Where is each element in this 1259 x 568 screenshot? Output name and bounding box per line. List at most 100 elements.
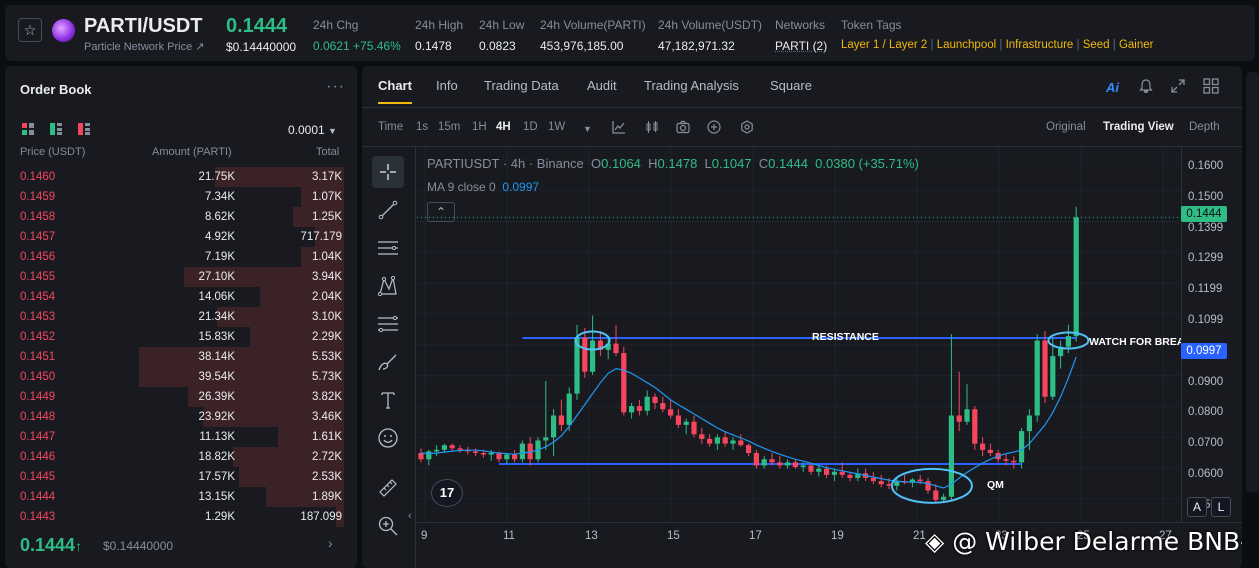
ask-row[interactable]: 0.1450 39.54K 5.73K [18, 367, 344, 387]
ask-row[interactable]: 0.1458 8.62K 1.25K [18, 207, 344, 227]
candle-body [870, 478, 876, 482]
candle-body [699, 434, 705, 439]
favorite-star-icon[interactable]: ☆ [18, 18, 42, 42]
candle-body [1065, 336, 1071, 347]
ask-amount: 7.34K [204, 191, 235, 203]
stat-label-24h-high: 24h High [415, 18, 464, 32]
layout-grid-icon[interactable] [1203, 78, 1219, 94]
fullscreen-icon[interactable] [1171, 79, 1185, 93]
ask-row[interactable]: 0.1453 21.34K 3.10K [18, 307, 344, 327]
add-indicator-icon[interactable] [707, 120, 721, 134]
ask-row[interactable]: 0.1445 17.57K 2.53K [18, 467, 344, 487]
ask-row[interactable]: 0.1447 11.13K 1.61K [18, 427, 344, 447]
book-bids-only-icon[interactable] [50, 123, 62, 135]
book-both-sides-icon[interactable] [22, 123, 34, 135]
date-tick-label: 9 [421, 530, 428, 542]
ask-row[interactable]: 0.1460 21.75K 3.17K [18, 167, 344, 187]
ai-icon[interactable]: Ai [1106, 80, 1119, 95]
ask-row[interactable]: 0.1451 38.14K 5.53K [18, 347, 344, 367]
networks-value[interactable]: PARTI (2) [775, 39, 827, 53]
candle-body [613, 343, 619, 353]
last-price-usd: $0.14440000 [226, 40, 297, 54]
tab-square[interactable]: Square [770, 78, 812, 93]
trend-line-tool-icon[interactable] [372, 194, 404, 226]
ask-row[interactable]: 0.1456 7.19K 1.04K [18, 247, 344, 267]
interval-1w[interactable]: 1W [548, 121, 565, 133]
ask-amount: 4.92K [204, 231, 235, 243]
view-original[interactable]: Original [1046, 121, 1086, 133]
candle-body [668, 409, 674, 416]
candle-body [512, 454, 518, 460]
tradingview-logo-icon[interactable]: 17 [431, 479, 463, 507]
indicator-line-icon[interactable] [612, 120, 626, 134]
ask-row[interactable]: 0.1459 7.34K 1.07K [18, 187, 344, 207]
auto-scale-button[interactable]: A [1187, 497, 1207, 517]
tag-seed[interactable]: Seed [1083, 39, 1110, 51]
ruler-tool-icon[interactable] [372, 472, 404, 504]
ask-row[interactable]: 0.1452 15.83K 2.29K [18, 327, 344, 347]
ask-row[interactable]: 0.1444 13.15K 1.89K [18, 487, 344, 507]
pair-subtitle-link[interactable]: Particle Network Price ↗ [84, 40, 204, 53]
tabs-divider [362, 107, 1242, 108]
tab-chart[interactable]: Chart [378, 78, 412, 93]
tab-info[interactable]: Info [436, 78, 458, 93]
ask-row[interactable]: 0.1443 1.29K 187.099 [18, 507, 344, 527]
tag-infrastructure[interactable]: Infrastructure [1006, 39, 1074, 51]
ask-row[interactable]: 0.1449 26.39K 3.82K [18, 387, 344, 407]
settings-icon[interactable] [740, 120, 754, 134]
interval-1s[interactable]: 1s [416, 121, 428, 133]
candle-body [987, 449, 993, 453]
precision-select[interactable]: 0.0001 ▼ [288, 123, 337, 137]
tab-trading-data[interactable]: Trading Data [484, 78, 559, 93]
view-depth[interactable]: Depth [1189, 121, 1220, 133]
more-options-icon[interactable]: ··· [326, 78, 345, 96]
log-scale-button[interactable]: L [1211, 497, 1231, 517]
ask-row[interactable]: 0.1457 4.92K 717.179 [18, 227, 344, 247]
ask-total: 717.179 [300, 231, 342, 243]
tab-audit[interactable]: Audit [587, 78, 617, 93]
candle-type-icon[interactable] [645, 120, 659, 134]
emoji-tool-icon[interactable] [372, 422, 404, 454]
tab-trading-analysis[interactable]: Trading Analysis [644, 78, 739, 93]
text-tool-icon[interactable] [372, 384, 404, 416]
ask-amount: 21.34K [198, 311, 235, 323]
interval-1d[interactable]: 1D [523, 121, 538, 133]
candlestick-chart[interactable] [417, 147, 1181, 522]
view-trading-view[interactable]: Trading View [1103, 121, 1174, 133]
last-price-tag: 0.1444 [1181, 206, 1227, 222]
candle-body [504, 454, 510, 460]
crosshair-tool-icon[interactable] [372, 156, 404, 188]
tag-launchpool[interactable]: Launchpool [937, 39, 996, 51]
interval-15m[interactable]: 15m [438, 121, 460, 133]
book-asks-only-icon[interactable] [78, 123, 90, 135]
fib-tool-icon[interactable] [372, 308, 404, 340]
bell-icon[interactable] [1139, 79, 1153, 93]
brush-tool-icon[interactable] [372, 346, 404, 378]
interval-time[interactable]: Time [378, 121, 403, 133]
ask-total: 1.04K [311, 251, 342, 263]
ask-row[interactable]: 0.1454 14.06K 2.04K [18, 287, 344, 307]
interval-more-caret-icon[interactable]: ▼ [583, 124, 592, 134]
annotation-watch-breakout: WATCH FOR BREA [1089, 336, 1181, 348]
ask-total: 1.07K [311, 191, 342, 203]
stat-value-24h-low: 0.0823 [479, 39, 516, 53]
ask-row[interactable]: 0.1446 18.82K 2.72K [18, 447, 344, 467]
pattern-tool-icon[interactable] [372, 270, 404, 302]
candle-body [1003, 459, 1009, 461]
collapse-legend-button[interactable]: ⌃ [427, 202, 455, 222]
tag-gainer[interactable]: Gainer [1119, 39, 1154, 51]
pair-title[interactable]: PARTI/USDT [84, 15, 203, 38]
camera-icon[interactable] [676, 120, 690, 134]
collapse-toolbar-icon[interactable]: ‹ [408, 510, 416, 526]
ask-total: 3.10K [311, 311, 342, 323]
candle-body [652, 396, 658, 403]
zoom-in-tool-icon[interactable] [372, 510, 404, 542]
tag-layer1-layer2[interactable]: Layer 1 / Layer 2 [841, 39, 927, 51]
ask-row[interactable]: 0.1448 23.92K 3.46K [18, 407, 344, 427]
interval-1h[interactable]: 1H [472, 121, 487, 133]
ask-row[interactable]: 0.1455 27.10K 3.94K [18, 267, 344, 287]
ask-amount: 26.39K [198, 391, 235, 403]
interval-4h[interactable]: 4H [496, 121, 511, 133]
chevron-right-icon[interactable]: › [328, 535, 333, 551]
horizontal-lines-tool-icon[interactable] [372, 232, 404, 264]
